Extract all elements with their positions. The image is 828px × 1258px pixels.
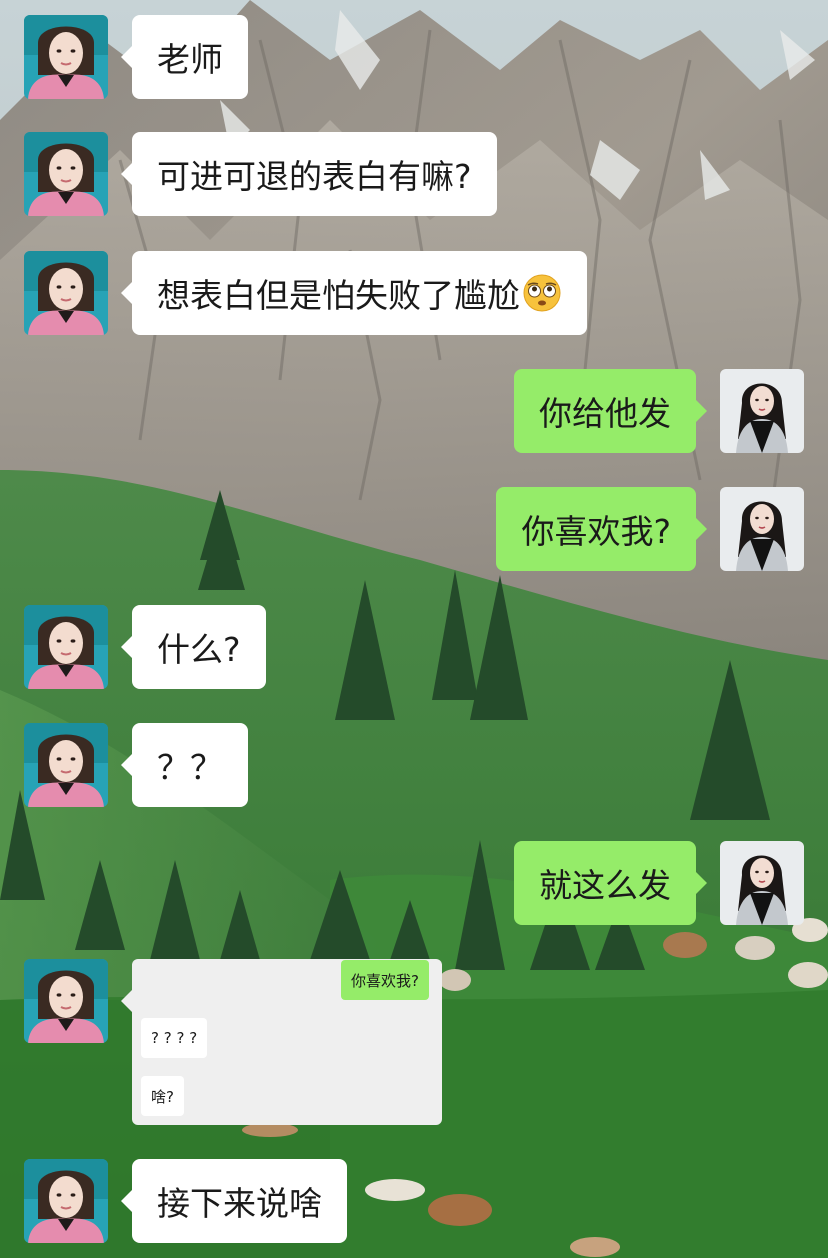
female-avatar-icon bbox=[24, 723, 108, 807]
message-text: ？？ bbox=[157, 748, 223, 787]
received-message-bubble[interactable]: 什么? bbox=[121, 605, 266, 689]
message-text: 老师 bbox=[157, 40, 223, 79]
message-text: 你喜欢我? bbox=[521, 512, 671, 551]
female-avatar-icon bbox=[720, 487, 804, 571]
female-avatar-icon bbox=[720, 841, 804, 925]
message-text: 想表白但是怕失败了尴尬 bbox=[157, 276, 520, 315]
sender-avatar[interactable] bbox=[24, 1159, 108, 1243]
my-avatar[interactable] bbox=[720, 487, 804, 571]
sender-avatar[interactable] bbox=[24, 251, 108, 335]
my-avatar[interactable] bbox=[720, 841, 804, 925]
screenshot-received-bubble: ? ? ? ? bbox=[141, 1018, 208, 1058]
received-message-bubble[interactable]: 想表白但是怕失败了尴尬 bbox=[121, 251, 587, 335]
sent-message-bubble[interactable]: 你喜欢我? bbox=[496, 487, 707, 571]
message-text: 什么? bbox=[157, 630, 241, 669]
sender-avatar[interactable] bbox=[24, 15, 108, 99]
female-avatar-icon bbox=[720, 369, 804, 453]
sent-message-bubble[interactable]: 就这么发 bbox=[514, 841, 707, 925]
female-avatar-icon bbox=[24, 132, 108, 216]
sender-avatar[interactable] bbox=[24, 605, 108, 689]
female-avatar-icon bbox=[24, 15, 108, 99]
screenshot-text: 啥? bbox=[151, 1087, 174, 1106]
female-avatar-icon bbox=[24, 1159, 108, 1243]
message-text: 可进可退的表白有嘛? bbox=[157, 157, 472, 196]
flushed-face-emoji-icon bbox=[523, 274, 561, 312]
female-avatar-icon bbox=[24, 251, 108, 335]
message-text: 你给他发 bbox=[539, 394, 671, 433]
received-message-bubble[interactable]: 接下来说啥 bbox=[121, 1159, 347, 1243]
message-text: 接下来说啥 bbox=[157, 1184, 322, 1223]
my-avatar[interactable] bbox=[720, 369, 804, 453]
screenshot-sent-bubble: 你喜欢我? bbox=[341, 960, 429, 1000]
screenshot-text: ? ? ? ? bbox=[151, 1029, 198, 1047]
screenshot-image-message[interactable]: 你喜欢我? ? ? ? ? 啥? bbox=[121, 959, 442, 1125]
sender-avatar[interactable] bbox=[24, 132, 108, 216]
female-avatar-icon bbox=[24, 959, 108, 1043]
received-message-bubble[interactable]: 老师 bbox=[121, 15, 248, 99]
received-message-bubble[interactable]: 可进可退的表白有嘛? bbox=[121, 132, 497, 216]
female-avatar-icon bbox=[24, 605, 108, 689]
sender-avatar[interactable] bbox=[24, 959, 108, 1043]
sender-avatar[interactable] bbox=[24, 723, 108, 807]
screenshot-received-bubble: 啥? bbox=[141, 1076, 184, 1116]
screenshot-text: 你喜欢我? bbox=[351, 971, 419, 990]
message-text: 就这么发 bbox=[539, 866, 671, 905]
received-message-bubble[interactable]: ？？ bbox=[121, 723, 248, 807]
chat-screen: 老师 可进可退的表白有嘛? 想表白但是怕失败了尴尬 你给他发 你喜欢我? 什么?… bbox=[0, 0, 828, 1258]
sent-message-bubble[interactable]: 你给他发 bbox=[514, 369, 707, 453]
